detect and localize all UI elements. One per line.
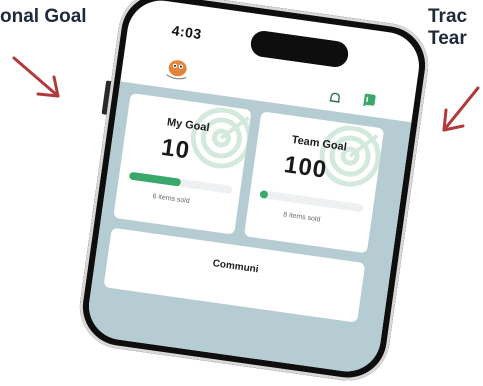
caption-track-line1: Trac <box>428 6 468 27</box>
team-goal-value: 100 <box>282 151 329 184</box>
phone-screen: 4:03 My Goal 10 6 items sold Team Goal 1… <box>84 0 424 376</box>
status-time: 4:03 <box>170 22 203 43</box>
my-goal-subtext: 6 items sold <box>152 193 191 206</box>
my-goal-card[interactable]: My Goal 10 6 items sold <box>113 92 252 235</box>
dashboard-panel: My Goal 10 6 items sold Team Goal 100 8 … <box>84 81 412 376</box>
team-goal-card[interactable]: Team Goal 100 8 items sold <box>243 111 385 254</box>
my-goal-progress-fill <box>128 171 182 187</box>
left-arrow-icon <box>12 56 60 98</box>
team-goal-progress-bar <box>259 189 364 213</box>
caption-track-line2: Tear <box>428 28 467 49</box>
team-goal-progress-fill <box>259 189 269 200</box>
my-goal-progress-bar <box>128 171 233 194</box>
phone-mockup: 4:03 My Goal 10 6 items sold Team Goal 1… <box>0 0 483 386</box>
bell-icon[interactable] <box>327 91 343 107</box>
chat-icon[interactable] <box>361 91 377 109</box>
caption-personal-goal: onal Goal <box>0 6 87 27</box>
right-arrow-icon <box>442 86 480 132</box>
mascot-logo-icon[interactable] <box>161 55 194 85</box>
dynamic-island <box>249 29 350 69</box>
team-goal-subtext: 8 items sold <box>282 211 321 224</box>
my-goal-value: 10 <box>159 133 192 165</box>
caption-track-team: Trac Tear <box>428 6 467 50</box>
target-icon <box>190 107 252 169</box>
side-button <box>101 80 112 115</box>
community-label: Communi <box>211 258 260 276</box>
phone-device: 4:03 My Goal 10 6 items sold Team Goal 1… <box>74 0 434 386</box>
